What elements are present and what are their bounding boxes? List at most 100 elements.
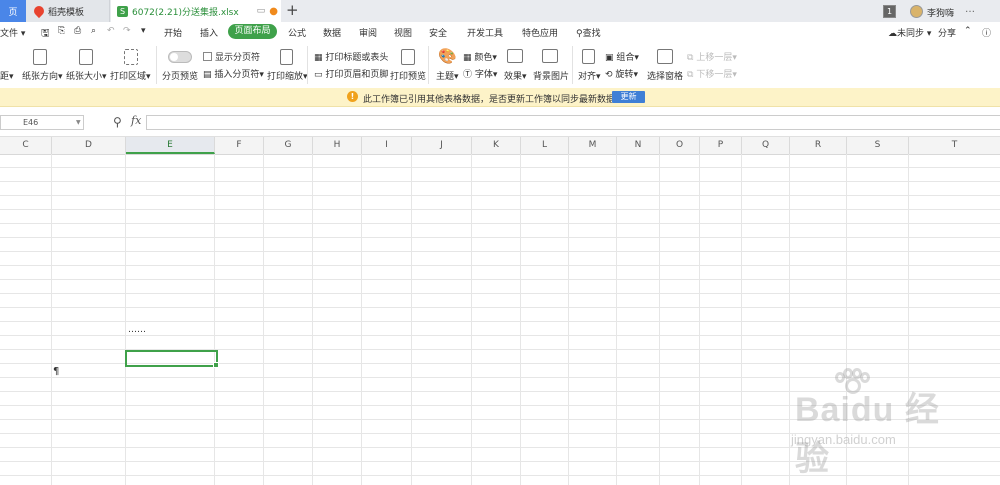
print-titles-icon: ▦ <box>314 53 323 63</box>
align-button[interactable]: 对齐▾ <box>578 69 601 82</box>
menu-data[interactable]: 数据 <box>323 26 341 39</box>
send-backward-icon: ⧉ <box>687 70 694 80</box>
menu-search[interactable]: ⚲查找 <box>576 26 601 39</box>
page-break-preview-button[interactable]: 分页预览 <box>162 69 198 82</box>
column-header[interactable]: Q <box>742 137 790 154</box>
show-page-breaks-checkbox[interactable]: 显示分页符 <box>203 50 260 63</box>
column-header[interactable]: F <box>215 137 264 154</box>
fonts-button[interactable]: Ⓣ 字体▾ <box>463 67 497 80</box>
save-icon[interactable]: 🖫 <box>41 26 50 43</box>
column-header[interactable]: M <box>569 137 617 154</box>
menu-review[interactable]: 审阅 <box>359 26 377 39</box>
window-count-badge[interactable]: 1 <box>883 5 896 18</box>
name-box[interactable]: E46 <box>0 115 84 130</box>
redo-icon[interactable]: ↷ <box>123 26 131 36</box>
print-area-icon <box>124 49 138 65</box>
column-header-selected[interactable]: E <box>126 137 215 154</box>
rotate-label: 旋转 <box>615 70 634 80</box>
column-header[interactable]: N <box>617 137 660 154</box>
grid-line <box>699 154 700 485</box>
formula-input[interactable] <box>146 115 1000 130</box>
column-header[interactable]: G <box>264 137 313 154</box>
rotate-button[interactable]: ⟲ 旋转▾ <box>605 67 638 80</box>
theme-button[interactable]: 主题▾ <box>436 69 459 82</box>
menu-formulas[interactable]: 公式 <box>288 26 306 39</box>
print-header-footer-button[interactable]: ▭ 打印页眉和页脚 <box>314 67 388 80</box>
sync-button[interactable]: ☁未同步 ▾ <box>888 26 931 39</box>
background-image-button[interactable]: 背景图片 <box>533 69 569 82</box>
column-header[interactable]: K <box>472 137 521 154</box>
ribbon: 距▾ 纸张方向▾ 纸张大小▾ 打印区域▾ 分页预览 显示分页符 ▤ 插入分页符▾… <box>0 42 1000 89</box>
help-icon[interactable]: ⓘ <box>982 26 991 39</box>
chevron-down-icon[interactable]: ▼ <box>76 119 81 126</box>
tab-daoke-templates[interactable]: 稻壳模板 <box>26 0 110 22</box>
paper-size-button[interactable]: 纸张大小▾ <box>66 69 107 82</box>
column-header[interactable]: S <box>847 137 909 154</box>
header-footer-icon: ▭ <box>314 70 323 80</box>
tab-workbook[interactable]: S 6072(2.21)分送集报.xlsx ▭ ● <box>111 0 281 22</box>
new-tab-button[interactable]: + <box>286 1 299 19</box>
selected-cell[interactable] <box>125 350 218 367</box>
column-header[interactable]: J <box>412 137 472 154</box>
share-button[interactable]: 分享 <box>938 26 956 39</box>
orientation-button[interactable]: 纸张方向▾ <box>22 69 63 82</box>
tab-home[interactable]: 页 <box>0 0 26 22</box>
menu-start[interactable]: 开始 <box>164 26 182 39</box>
column-header[interactable]: D <box>52 137 126 154</box>
margins-button[interactable]: 距▾ <box>0 69 14 82</box>
print-preview-button[interactable]: 打印预览 <box>390 69 426 82</box>
send-backward-button[interactable]: ⧉ 下移一层▾ <box>687 67 737 80</box>
avatar[interactable] <box>910 5 923 18</box>
grid-line <box>471 154 472 485</box>
pin-icon[interactable]: ▭ <box>257 6 266 16</box>
column-header[interactable]: C <box>0 137 52 154</box>
menu-view[interactable]: 视图 <box>394 26 412 39</box>
effects-label: 效果 <box>504 72 523 82</box>
function-icon[interactable]: fx <box>131 114 141 127</box>
grid-line <box>616 154 617 485</box>
update-button[interactable]: 更新 <box>612 91 645 103</box>
baidu-watermark: Baidu 经验 jingyan.baidu.com <box>755 368 965 478</box>
print-area-button[interactable]: 打印区域▾ <box>110 69 151 82</box>
orientation-label: 纸张方向 <box>22 72 59 82</box>
cell-text[interactable]: …… <box>128 325 146 335</box>
column-header[interactable]: O <box>660 137 700 154</box>
print-scale-button[interactable]: 打印缩放▾ <box>267 69 308 82</box>
column-header[interactable]: P <box>700 137 742 154</box>
cell-text[interactable]: ¶ <box>53 366 59 377</box>
zoom-icon[interactable]: ⚲ <box>113 115 122 129</box>
selection-pane-button[interactable]: 选择窗格 <box>647 69 683 82</box>
print-icon[interactable]: ⎙ <box>74 26 81 36</box>
menu-page-layout[interactable]: 页面布局 <box>228 24 277 39</box>
column-header[interactable]: L <box>521 137 569 154</box>
customize-icon[interactable]: ▾ <box>141 26 146 36</box>
insert-page-break-button[interactable]: ▤ 插入分页符▾ <box>203 67 264 80</box>
username[interactable]: 李狗嗨 <box>927 6 954 19</box>
undo-icon[interactable]: ↶ <box>107 26 115 36</box>
menu-developer[interactable]: 开发工具 <box>467 26 503 39</box>
column-header[interactable]: T <box>909 137 1000 154</box>
theme-label: 主题 <box>436 72 455 82</box>
print-preview-icon[interactable]: ⌕ <box>91 26 96 36</box>
group-button[interactable]: ▣ 组合▾ <box>605 50 639 63</box>
collapse-ribbon-icon[interactable]: ⌃ <box>964 26 972 36</box>
menu-security[interactable]: 安全 <box>429 26 447 39</box>
menu-special[interactable]: 特色应用 <box>522 26 558 39</box>
selection-pane-icon <box>657 49 673 64</box>
column-header[interactable]: R <box>790 137 847 154</box>
column-header[interactable]: I <box>362 137 412 154</box>
flame-icon <box>31 3 47 19</box>
effects-button[interactable]: 效果▾ <box>504 69 527 82</box>
bring-forward-button[interactable]: ⧉ 上移一层▾ <box>687 50 737 63</box>
page-break-toggle-icon[interactable] <box>168 51 192 63</box>
menu-insert[interactable]: 插入 <box>200 26 218 39</box>
print-titles-button[interactable]: ▦ 打印标题或表头 <box>314 50 388 63</box>
menu-file[interactable]: 文件 ▾ <box>0 26 25 39</box>
window-controls-icon[interactable]: … <box>965 4 981 15</box>
colors-button[interactable]: ▦ 颜色▾ <box>463 50 497 63</box>
column-header[interactable]: H <box>313 137 362 154</box>
background-image-icon <box>542 49 558 63</box>
fill-handle[interactable] <box>213 362 219 368</box>
export-pdf-icon[interactable]: ⎘ <box>58 26 65 36</box>
fonts-icon: Ⓣ <box>463 70 473 80</box>
